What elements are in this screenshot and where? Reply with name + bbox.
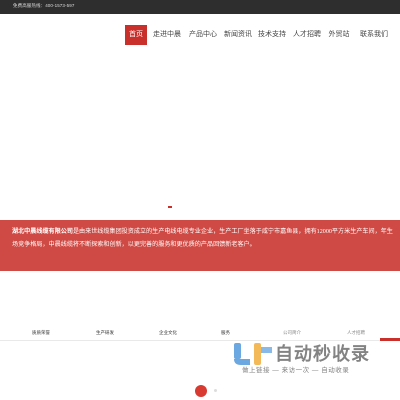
nav-item-news[interactable]: 新闻资讯 [222, 25, 254, 45]
nav-item-support[interactable]: 技术支持 [256, 25, 288, 45]
tab-rnd[interactable]: 生产研发 [96, 330, 114, 336]
banner-line-1: 湖北中晨线缆有限公司是由来世线缆集团投资成立的生产电线电缆专业企业，生产工厂坐落… [12, 226, 393, 235]
hero-accent-mark [168, 206, 172, 208]
nav-item-contact[interactable]: 联系我们 [357, 25, 391, 45]
tab-culture[interactable]: 企业文化 [159, 330, 177, 336]
slider-dot-active[interactable] [195, 385, 207, 397]
nav-item-products[interactable]: 产品中心 [187, 25, 219, 45]
tab-careers[interactable]: 人才招聘 [347, 330, 365, 336]
nav-item-home[interactable]: 首页 [125, 25, 147, 45]
top-bar: 免费高服热线：400-1573-597 [0, 0, 400, 14]
watermark: 自动秒收录 做上链接 — 来访一次 — 自动收录 [228, 339, 388, 377]
nav-item-about[interactable]: 走进中晨 [151, 25, 183, 45]
slider-dot[interactable] [214, 389, 217, 392]
tab-service[interactable]: 服务 [221, 330, 230, 336]
banner-line-2: 场竞争格局，中晨线缆将不断探索和创新，以更完善的服务和更优质的产品回馈新老客户。 [12, 242, 256, 248]
watermark-title: 自动秒收录 [275, 344, 370, 364]
main-nav: 首页 走进中晨 产品中心 新闻资讯 技术支持 人才招聘 外贸站 联系我们 [125, 25, 400, 45]
hotline-text: 免费高服热线：400-1573-597 [13, 3, 75, 8]
company-name: 湖北中晨线缆有限公司 [12, 229, 73, 235]
tab-honors[interactable]: 质质荣誉 [32, 330, 50, 336]
nav-item-careers[interactable]: 人才招聘 [291, 25, 323, 45]
tab-profile[interactable]: 公司简介 [283, 330, 301, 336]
watermark-subtitle: 做上链接 — 来访一次 — 自动收录 [242, 367, 350, 374]
nav-item-trade[interactable]: 外贸站 [326, 25, 352, 45]
banner-text-1: 是由来世线缆集团投资成立的生产电线电缆专业企业，生产工厂坐落于咸宁市嘉鱼县，拥有… [72, 229, 393, 235]
